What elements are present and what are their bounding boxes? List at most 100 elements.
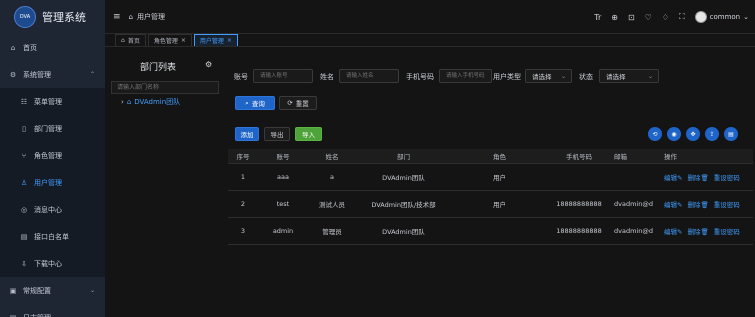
tab-home[interactable]: ⌂ 首页 bbox=[115, 34, 146, 46]
sidebar-item[interactable]: ▯ 部门管理 bbox=[0, 115, 105, 142]
sidebar-item[interactable]: ⚙ 系统管理 ⌃ bbox=[0, 61, 105, 88]
column-header: 账号 bbox=[276, 153, 290, 161]
tab-user-management[interactable]: 用户管理 × bbox=[193, 34, 238, 46]
top-header: ≡ ⌂ 用户管理 Tr ⊕ ⊡ ♡ ♢ ⛶ common ⌄ bbox=[105, 0, 755, 34]
table-cell: admin bbox=[272, 227, 294, 235]
logo: DVA 管理系统 bbox=[0, 0, 105, 34]
sidebar-item-label: 消息中心 bbox=[34, 205, 62, 214]
account-input[interactable] bbox=[253, 69, 313, 83]
sidebar-menu: ⌂ 首页 ⚙ 系统管理 ⌃ ☷ 菜单管理 ▯ 部门管理 ⑂ 角色管理 ♙ 用户管理 ◎ 消息中心 ▤ 接口白名单… bbox=[0, 34, 105, 317]
sidebar-item[interactable]: ⌂ 首页 bbox=[0, 34, 105, 61]
user-type-label: 用户类型 bbox=[493, 73, 521, 81]
column-header: 操作 bbox=[664, 153, 677, 161]
user-name: common bbox=[709, 13, 741, 21]
theme-icon[interactable]: ♡ bbox=[645, 13, 652, 22]
reset-password-button[interactable]: 重设密码 bbox=[714, 201, 740, 209]
actions-cell: 编辑✎ 删除🗑 重设密码 bbox=[658, 199, 753, 209]
close-icon[interactable]: × bbox=[227, 37, 232, 44]
table-cell: dvadmin@d bbox=[614, 200, 653, 208]
edit-button[interactable]: 编辑✎ bbox=[664, 174, 682, 182]
log-icon: ▤ bbox=[9, 314, 17, 317]
sidebar-item[interactable]: ▤ 接口白名单 bbox=[0, 223, 105, 250]
reset-password-button[interactable]: 重设密码 bbox=[714, 174, 740, 182]
screen-icon[interactable]: ⊡ bbox=[628, 13, 635, 22]
table-cell: test bbox=[276, 200, 290, 208]
column-header: 邮箱 bbox=[614, 153, 627, 161]
user-menu[interactable]: common ⌄ bbox=[694, 11, 749, 23]
sidebar-item[interactable]: ◎ 消息中心 bbox=[0, 196, 105, 223]
font-size-icon[interactable]: Tr bbox=[594, 13, 601, 22]
table-header: 序号 账号 姓名 部门 角色 手机号码 邮箱 操作 bbox=[228, 149, 753, 164]
table-cell: DVAdmin团队 bbox=[382, 174, 425, 182]
menu-icon: ☷ bbox=[20, 97, 28, 106]
sidebar-item-label: 首页 bbox=[23, 43, 37, 52]
sidebar-item[interactable]: ⑂ 角色管理 bbox=[0, 142, 105, 169]
delete-button[interactable]: 删除🗑 bbox=[687, 174, 708, 182]
department-search-input[interactable] bbox=[111, 81, 219, 94]
user-type-select[interactable]: 请选择 ⌄ bbox=[525, 69, 572, 83]
table-row[interactable]: 3 admin 管理员 DVAdmin团队 18888888888 dvadmin@d 编辑… bbox=[228, 218, 753, 245]
sidebar-item-label: 角色管理 bbox=[34, 151, 62, 160]
table-cell: 18888888888 bbox=[556, 227, 602, 235]
tree-node[interactable]: › ⌂ DVAdmin团队 bbox=[121, 97, 180, 107]
status-select[interactable]: 请选择 ⌄ bbox=[599, 69, 659, 83]
add-button[interactable]: 添加 bbox=[235, 127, 259, 141]
sidebar-item[interactable]: ▣ 常规配置 ⌄ bbox=[0, 277, 105, 304]
columns-icon[interactable]: ▤ bbox=[724, 127, 738, 141]
density-icon[interactable]: ◉ bbox=[667, 127, 681, 141]
trash-icon: 🗑 bbox=[700, 174, 709, 182]
export-button[interactable]: 导出 bbox=[264, 127, 290, 141]
refresh-icon[interactable]: ⟲ bbox=[648, 127, 662, 141]
edit-label: 编辑 bbox=[664, 228, 677, 236]
settings-icon[interactable]: ⚙ bbox=[205, 60, 212, 69]
search-icon[interactable]: ⊕ bbox=[611, 13, 618, 22]
delete-button[interactable]: 删除🗑 bbox=[687, 228, 708, 236]
delete-button[interactable]: 删除🗑 bbox=[687, 201, 708, 209]
phone-input[interactable] bbox=[439, 69, 492, 83]
table-row[interactable]: 2 test 测试人员 DVAdmin团队/技术部 用户 18888888888 dvadm… bbox=[228, 191, 753, 218]
header-actions: Tr ⊕ ⊡ ♡ ♢ ⛶ common ⌄ bbox=[594, 0, 749, 34]
trash-icon: 🗑 bbox=[700, 201, 709, 209]
column-header: 角色 bbox=[493, 153, 506, 161]
user-table: 序号 账号 姓名 部门 角色 手机号码 邮箱 操作 1 aaa a DVAdmin团队… bbox=[228, 149, 753, 245]
edit-button[interactable]: 编辑✎ bbox=[664, 228, 682, 236]
refresh-icon: ⟳ bbox=[287, 99, 293, 107]
search-button[interactable]: ⌕ 查询 bbox=[235, 96, 275, 110]
table-cell: aaa bbox=[277, 173, 289, 181]
status-value: 请选择 bbox=[606, 73, 626, 81]
chevron-icon: ⌄ bbox=[89, 287, 95, 294]
sidebar-item-label: 下载中心 bbox=[34, 259, 62, 268]
breadcrumb: ⌂ 用户管理 bbox=[129, 12, 165, 22]
chevron-down-icon: ⌄ bbox=[743, 13, 749, 21]
name-input[interactable] bbox=[339, 69, 399, 83]
hamburger-icon[interactable]: ≡ bbox=[113, 12, 121, 22]
edit-button[interactable]: 编辑✎ bbox=[664, 201, 682, 209]
tab-role-management[interactable]: 角色管理 × bbox=[147, 34, 192, 46]
column-header: 手机号码 bbox=[566, 153, 592, 161]
breadcrumb-label: 用户管理 bbox=[137, 12, 165, 21]
sidebar-item[interactable]: ▤日志管理⌄ bbox=[0, 304, 105, 317]
delete-label: 删除 bbox=[687, 201, 701, 209]
import-button[interactable]: 导入 bbox=[295, 127, 322, 141]
reset-button[interactable]: ⟳ 重置 bbox=[279, 96, 317, 110]
table-row[interactable]: 1 aaa a DVAdmin团队 用户 编辑✎ 删除🗑 重设密码 bbox=[228, 164, 753, 191]
sidebar-item[interactable]: ⇩ 下载中心 bbox=[0, 250, 105, 277]
column-header: 姓名 bbox=[325, 153, 339, 161]
sidebar-item-label: 菜单管理 bbox=[34, 97, 62, 106]
sidebar-item[interactable]: ☷ 菜单管理 bbox=[0, 88, 105, 115]
main-content: 账号 姓名 手机号码 用户类型 请选择 ⌄ 状态 请选择 ⌄ ⌕ 查询 ⟳ 重置… bbox=[225, 48, 755, 317]
tab-label: 首页 bbox=[127, 38, 140, 45]
fullscreen-icon[interactable]: ⛶ bbox=[679, 12, 685, 22]
tab-label: 用户管理 bbox=[199, 38, 224, 45]
sidebar-item[interactable]: ♙ 用户管理 bbox=[0, 169, 105, 196]
fullscreen-icon[interactable]: ✥ bbox=[686, 127, 700, 141]
reset-password-button[interactable]: 重设密码 bbox=[714, 228, 740, 236]
search-button-label: 查询 bbox=[251, 100, 265, 108]
close-icon[interactable]: × bbox=[181, 37, 186, 44]
delete-label: 删除 bbox=[687, 174, 701, 182]
notification-icon[interactable]: ♢ bbox=[662, 13, 669, 22]
sidebar-item-label: 系统管理 bbox=[23, 70, 51, 79]
upload-icon[interactable]: ⇪ bbox=[705, 127, 719, 141]
message-icon: ◎ bbox=[20, 205, 28, 214]
chevron-right-icon[interactable]: › bbox=[121, 98, 124, 106]
